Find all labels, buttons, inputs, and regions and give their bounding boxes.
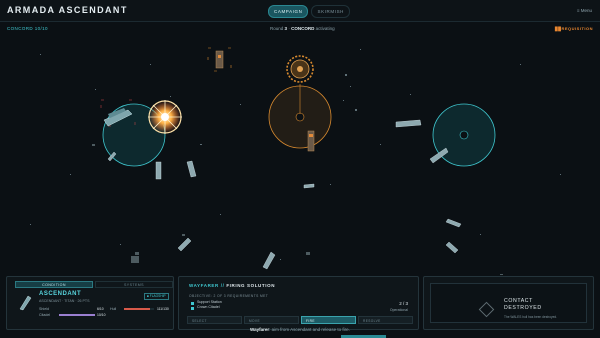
stat-value-hull: 111/130 (157, 307, 169, 311)
round-number: 3 (284, 26, 288, 31)
instruction-text: : aim from Ascendant and release to fire… (269, 327, 350, 332)
objective-item: Support Station (197, 300, 222, 304)
tab-condition[interactable]: CONDITION (15, 281, 93, 288)
tab-skirmish[interactable]: SKIRMISH (311, 5, 351, 18)
objective-bullet (191, 302, 194, 305)
menu-button[interactable]: ≡ Menu (577, 8, 592, 13)
instruction-bar: Wayfarer: aim from Ascendant and release… (0, 327, 600, 332)
stat-label-citadel: Citadel (39, 313, 51, 317)
action-bar: SELECT MOVE FIRE RESOLVE (187, 316, 413, 324)
hull-bar-fill (124, 308, 150, 310)
flagship-badge: ■ FLAGSHIP (144, 293, 169, 300)
action-resolve-button[interactable]: RESOLVE (358, 316, 413, 324)
contact-diamond-icon (478, 301, 495, 318)
instruction-actor: Wayfarer (250, 327, 270, 332)
action-move-button[interactable]: MOVE (244, 316, 299, 324)
mode-switcher: CAMPAIGN SKIRMISH (268, 5, 351, 18)
round-separator: · (288, 26, 290, 31)
enemy-station[interactable] (286, 55, 314, 83)
app-title: ARMADA ASCENDANT (7, 5, 128, 15)
objective-bullet (191, 307, 194, 310)
citadel-bar-fill (59, 314, 95, 316)
round-prefix: Round (270, 26, 284, 31)
stat-label-hull: Hull (110, 307, 117, 311)
debris (92, 144, 503, 275)
firing-title: WAYFARER // FIRING SOLUTION (189, 283, 275, 288)
round-phase: activating (315, 26, 335, 31)
firing-panel: WAYFARER // FIRING SOLUTION OBJECTIVE: 2… (178, 276, 419, 330)
action-fire-button[interactable]: FIRE (301, 316, 356, 324)
condition-panel: CONDITION SYSTEMS ASCENDANT ASCENDANT · … (6, 276, 174, 330)
action-select-button[interactable]: SELECT (187, 316, 242, 324)
status-bar: CONCORD 10/10 Round 3 · CONCORD activati… (0, 24, 600, 33)
hull-bar (124, 308, 154, 310)
round-indicator: Round 3 · CONCORD activating (270, 26, 335, 31)
contact-title-line1: CONTACT (504, 298, 533, 304)
contact-description: The WALES hull has been destroyed. (504, 315, 558, 319)
tab-campaign[interactable]: CAMPAIGN (268, 5, 309, 18)
ship-subtitle: ASCENDANT · TITAN · 26 PTS (39, 299, 90, 303)
ship-portrait-icon (19, 295, 32, 311)
contact-panel: CONTACT DESTROYED The WALES hull has bee… (423, 276, 594, 330)
stat-value-citadel: 10/10 (97, 313, 106, 317)
firing-mode: FIRING SOLUTION (226, 283, 276, 288)
tab-systems[interactable]: SYSTEMS (95, 281, 173, 288)
concord-counter: CONCORD 10/10 (7, 26, 48, 31)
objective-count: 2 / 3 (399, 301, 408, 306)
enemy-ship[interactable] (307, 130, 315, 152)
firing-actor: WAYFARER (189, 283, 219, 288)
stat-value-shield: 6/10 (97, 307, 104, 311)
active-faction: CONCORD (291, 26, 315, 31)
contact-title: CONTACT DESTROYED (504, 298, 542, 312)
explosion (148, 100, 182, 134)
firing-separator: // (220, 283, 225, 288)
battle-map[interactable] (0, 34, 600, 275)
stat-label-shield: Shield (39, 307, 49, 311)
objective-count-label: Operational (389, 308, 408, 312)
citadel-bar (59, 314, 95, 316)
ship-name: ASCENDANT (39, 291, 82, 297)
condition-tabs: CONDITION SYSTEMS (15, 281, 173, 288)
top-bar: ARMADA ASCENDANT CAMPAIGN SKIRMISH ≡ Men… (0, 0, 600, 22)
enemy-ship-selected[interactable] (207, 47, 232, 72)
enemy-zone[interactable] (268, 84, 332, 149)
objective-item: Crown Citadel (197, 305, 220, 309)
contact-title-line2: DESTROYED (504, 305, 542, 311)
objective-status: OBJECTIVE: 2 OF 3 REQUIREMENTS MET (189, 294, 269, 298)
requisition-label: ██REQUISITION (554, 26, 593, 31)
friendly-zone-2[interactable] (432, 103, 496, 167)
contact-card: CONTACT DESTROYED The WALES hull has bee… (430, 283, 587, 323)
